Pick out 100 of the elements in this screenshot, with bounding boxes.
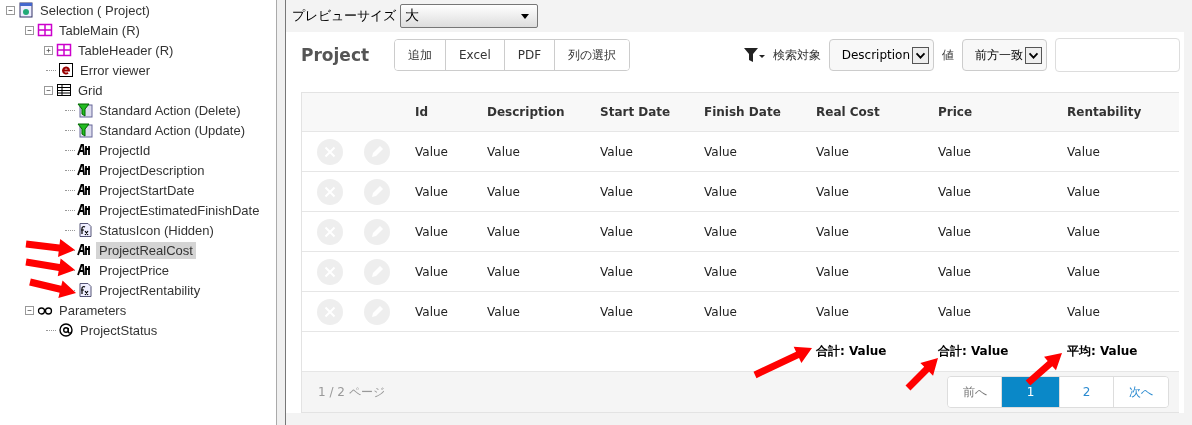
table-cell-text: Value <box>1066 224 1101 239</box>
collapse-icon[interactable] <box>25 25 34 35</box>
window-icon <box>18 2 34 18</box>
funnel-icon <box>77 102 93 118</box>
search-target-select[interactable]: Description <box>828 39 934 71</box>
tree-item[interactable]: ProjectPrice <box>96 261 173 279</box>
table-cell-text: Value <box>815 184 850 199</box>
table-cell-text: Value <box>815 304 850 319</box>
column-header: Finish Date <box>703 105 782 119</box>
formula-icon <box>77 222 93 238</box>
table-cell-text: Value <box>703 264 738 279</box>
search-target-label: 検索対象 <box>772 46 821 64</box>
tree-item[interactable]: ProjectEstimatedFinishDate <box>96 201 263 219</box>
splitter[interactable] <box>277 0 286 425</box>
page-title: Project <box>301 45 371 65</box>
tree-item[interactable]: ProjectStartDate <box>96 181 198 199</box>
attribute-icon <box>77 182 93 198</box>
attribute-icon <box>77 162 93 178</box>
table-cell-text: Value <box>486 144 521 159</box>
table-cell-text: Value <box>815 264 850 279</box>
collapse-icon[interactable] <box>25 305 34 315</box>
collapse-icon[interactable] <box>6 5 15 15</box>
table-cell-text: Value <box>486 184 521 199</box>
table-cell-text: Value <box>414 304 449 319</box>
table-cell-text: Value <box>486 264 521 279</box>
table-cell-text: Value <box>414 144 449 159</box>
total-cell-text: 合計: Value <box>815 343 888 360</box>
table-cell-text: Value <box>1066 304 1101 319</box>
table-cell-text: Value <box>1066 184 1101 199</box>
table-cell-text: Value <box>414 264 449 279</box>
table-cell-text: Value <box>703 144 738 159</box>
table-cell-text: Value <box>599 304 634 319</box>
column-header: Id <box>414 105 430 119</box>
table-icon <box>56 42 72 58</box>
tree-item[interactable]: Standard Action (Update) <box>96 121 248 139</box>
table-cell-text: Value <box>815 224 850 239</box>
tree-item[interactable]: ProjectRealCost <box>96 241 196 259</box>
annotation-arrow <box>25 239 75 257</box>
attribute-icon <box>77 262 93 278</box>
annotation-arrow <box>29 278 76 299</box>
match-select[interactable]: 前方一致 <box>962 39 1047 71</box>
tree-item[interactable]: StatusIcon (Hidden) <box>96 221 217 239</box>
preview-size-select[interactable]: 大 <box>400 4 538 28</box>
table-cell-text: Value <box>815 144 850 159</box>
table-cell-text: Value <box>599 184 634 199</box>
tree-item[interactable]: Selection ( Project) <box>37 1 153 19</box>
toolbar-button[interactable]: 追加 <box>395 40 446 70</box>
attribute-icon <box>77 202 93 218</box>
table-cell-text: Value <box>414 224 449 239</box>
table-cell-text: Value <box>414 184 449 199</box>
table-cell-text: Value <box>599 264 634 279</box>
column-header: Rentability <box>1066 105 1143 119</box>
column-header: Price <box>937 105 974 119</box>
table-cell-text: Value <box>937 144 972 159</box>
table-cell-text: Value <box>486 304 521 319</box>
error-icon <box>58 62 74 78</box>
column-header: Start Date <box>599 105 672 119</box>
table-cell-text: Value <box>599 144 634 159</box>
funnel-icon <box>77 122 93 138</box>
table-cell-text: Value <box>486 224 521 239</box>
tree-item[interactable]: Grid <box>75 81 106 99</box>
pager-button[interactable]: 2 <box>1060 377 1114 407</box>
tree-item[interactable]: ProjectDescription <box>96 161 208 179</box>
tree-item[interactable]: Parameters <box>56 301 130 319</box>
tree-item[interactable]: Error viewer <box>77 61 154 79</box>
annotation-arrow <box>1025 353 1062 386</box>
tree-item[interactable]: ProjectStatus <box>77 321 161 339</box>
collapse-icon[interactable] <box>44 85 53 95</box>
table-cell-text: Value <box>703 184 738 199</box>
table-cell-text: Value <box>937 184 972 199</box>
expand-icon[interactable] <box>44 45 53 55</box>
filter-icon[interactable] <box>742 47 765 63</box>
table-cell-text: Value <box>937 264 972 279</box>
table-cell-text: Value <box>1066 144 1101 159</box>
table-cell-text: Value <box>703 224 738 239</box>
column-header: Real Cost <box>815 105 881 119</box>
page-info: 1 / 2 ページ <box>318 383 385 401</box>
value-label: 値 <box>942 46 954 64</box>
attribute-icon <box>77 242 93 258</box>
preview-size-label: プレビューサイズ <box>292 7 396 25</box>
pager-button[interactable]: 次へ <box>1114 377 1168 407</box>
table-cell-text: Value <box>599 224 634 239</box>
tree-item[interactable]: ProjectId <box>96 141 154 159</box>
column-header: Description <box>486 105 566 119</box>
table-cell-text: Value <box>703 304 738 319</box>
annotation-arrow <box>753 346 812 379</box>
search-field[interactable] <box>1055 38 1180 72</box>
annotation-arrow <box>905 358 938 391</box>
grid-icon <box>56 82 72 98</box>
pager-button[interactable]: 1 <box>1002 377 1060 407</box>
tree-item[interactable]: ProjectRentability <box>96 281 204 299</box>
total-cell-text: 平均: Value <box>1066 343 1139 360</box>
at-sign-icon <box>58 322 74 338</box>
tree-item[interactable]: TableHeader (R) <box>75 41 177 59</box>
total-cell-text: 合計: Value <box>937 343 1010 360</box>
table-icon <box>37 22 53 38</box>
formula-icon <box>77 282 93 298</box>
table-cell-text: Value <box>937 224 972 239</box>
tree-item[interactable]: Standard Action (Delete) <box>96 101 244 119</box>
tree-item[interactable]: TableMain (R) <box>56 21 143 39</box>
